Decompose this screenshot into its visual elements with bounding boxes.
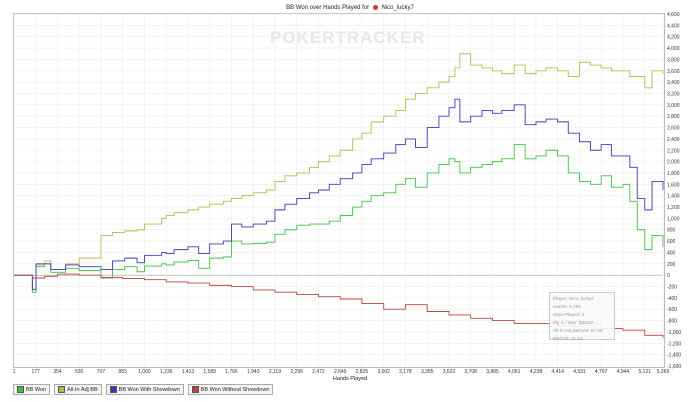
y-tick-label: 2,200 — [667, 148, 680, 154]
y-tick-label: 400 — [667, 250, 676, 256]
y-tick-label: 4,200 — [667, 35, 680, 41]
y-tick-label: 2,000 — [667, 160, 680, 166]
x-tick-label: 3,708 — [464, 369, 477, 375]
y-tick-label: 3,000 — [667, 103, 680, 109]
x-tick-label: 1,236 — [160, 369, 173, 375]
x-tick-label: 2,472 — [312, 369, 325, 375]
y-tick-label: 2,600 — [667, 126, 680, 132]
x-tick-label: 5,121 — [639, 369, 652, 375]
x-tick-label: 4,591 — [573, 369, 586, 375]
x-tick-label: 2,119 — [269, 369, 281, 375]
y-tick-label: -1,000 — [667, 330, 681, 336]
legend-item-bb-won[interactable]: BB Won — [13, 384, 51, 395]
legend-swatch-bb-won — [17, 386, 24, 393]
x-tick-label: 1,766 — [225, 369, 238, 375]
x-tick-label: 3,178 — [399, 369, 412, 375]
legend-label-with-showdown: BB Won With Showdown — [118, 386, 180, 393]
legend-label-bb-won: BB Won — [26, 386, 47, 393]
y-tick-label: 200 — [667, 262, 676, 268]
series-line-1 — [14, 53, 664, 290]
y-tick-label: 1,200 — [667, 205, 680, 211]
y-tick-label: 800 — [667, 228, 676, 234]
x-tick-label: 2,296 — [290, 369, 303, 375]
x-tick-label: 4,767 — [595, 369, 608, 375]
legend-swatch-without-showdown — [191, 386, 199, 393]
y-tick-label: 1,400 — [667, 194, 680, 200]
x-tick-label: 4,238 — [530, 369, 543, 375]
legend-swatch-allin-adj — [58, 386, 66, 393]
tooltip-days: Days Played: 2 — [553, 312, 585, 317]
tooltip-player: Player: Nico_lucky7 — [553, 296, 595, 301]
x-tick-label: 4,061 — [508, 369, 521, 375]
x-tick-label: 5,269 — [657, 369, 670, 375]
y-tick-label: -1,400 — [667, 353, 681, 359]
x-tick-label: 883 — [118, 369, 127, 375]
x-tick-label: 177 — [32, 369, 41, 375]
legend-label-without-showdown: BB Won Without Showdown — [200, 386, 270, 393]
y-tick-label: 3,200 — [667, 91, 680, 97]
y-tick-label: 0 — [667, 273, 670, 279]
x-tick-label: 1 — [13, 369, 16, 375]
y-tick-label: -200 — [667, 285, 677, 291]
y-tick-label: 1,600 — [667, 182, 680, 188]
x-tick-label: 3,885 — [486, 369, 499, 375]
x-tick-label: 3,532 — [443, 369, 456, 375]
y-tick-label: 4,600 — [667, 12, 680, 18]
x-tick-label: 2,649 — [334, 369, 347, 375]
y-tick-label: 2,400 — [667, 137, 680, 143]
y-tick-label: 3,800 — [667, 57, 680, 63]
y-tick-label: 600 — [667, 239, 676, 245]
x-tick-label: 1,413 — [182, 369, 195, 375]
legend-item-allin-adj[interactable]: All-In Adj BB — [54, 384, 102, 395]
y-tick-label: -800 — [667, 319, 677, 325]
tooltip-stddev: Ply C / Dev: $29.57 — [553, 320, 594, 325]
tooltip-hands: Hands: 5,269 — [553, 304, 581, 309]
x-tick-label: 1,060 — [138, 369, 151, 375]
y-tick-label: 3,600 — [667, 69, 680, 75]
x-tick-label: 530 — [75, 369, 84, 375]
x-axis-label: Hands Played — [332, 376, 368, 382]
x-tick-label: 2,825 — [356, 369, 369, 375]
y-tick-label: 1,800 — [667, 171, 680, 177]
x-tick-label: 1,589 — [203, 369, 216, 375]
tooltip-allin: All-In Adj BB/100: 67.36 — [553, 328, 603, 333]
x-tick-label: 4,414 — [551, 369, 564, 375]
y-tick-label: 4,400 — [667, 23, 680, 29]
y-tick-label: -600 — [667, 307, 677, 313]
x-tick-label: 354 — [53, 369, 62, 375]
y-tick-label: 1,000 — [667, 216, 680, 222]
x-tick-label: 3,002 — [377, 369, 390, 375]
y-tick-label: -1,200 — [667, 341, 681, 347]
legend-item-without-showdown[interactable]: BB Won Without Showdown — [187, 384, 274, 395]
legend-swatch-with-showdown — [109, 386, 117, 393]
y-tick-label: 4,000 — [667, 46, 680, 52]
player-tooltip: Player: Nico_lucky7 Hands: 5,269 Days Pl… — [549, 292, 615, 341]
legend-label-allin-adj: All-In Adj BB — [67, 386, 98, 393]
x-tick-label: 4,944 — [617, 369, 630, 375]
x-tick-label: 1,943 — [247, 369, 260, 375]
x-tick-label: 3,355 — [421, 369, 434, 375]
y-tick-label: 2,800 — [667, 114, 680, 120]
y-tick-label: -400 — [667, 296, 677, 302]
graph-window: BB Won over Hands Played for Nico_lucky7… — [0, 0, 700, 402]
legend: BB Won All-In Adj BB BB Won With Showdow… — [13, 384, 274, 395]
y-tick-label: 3,400 — [667, 80, 680, 86]
legend-item-with-showdown[interactable]: BB Won With Showdown — [105, 384, 184, 395]
x-tick-label: 707 — [97, 369, 106, 375]
tooltip-bb100: BB/100: 11.22 — [553, 336, 583, 341]
